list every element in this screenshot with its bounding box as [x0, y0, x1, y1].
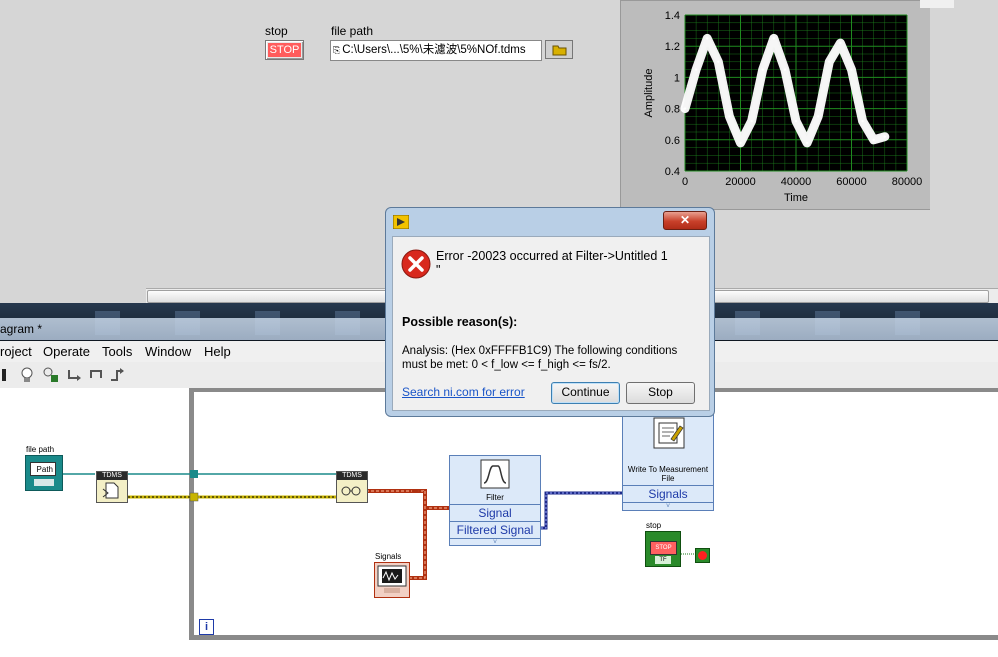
filter-icon [480, 459, 510, 489]
retain-wire-values-icon[interactable] [42, 366, 60, 384]
data-point [761, 68, 764, 71]
y-tick-label: 0.4 [665, 166, 680, 178]
y-tick-label: 1.2 [665, 41, 680, 53]
path-terminal-text: Path [30, 462, 56, 476]
data-point [794, 119, 798, 123]
close-icon[interactable]: ✕ [663, 211, 707, 230]
panel-right-strip [920, 0, 998, 303]
x-tick-label: 80000 [892, 176, 923, 188]
x-tick-label: 20000 [725, 176, 756, 188]
error-title-cont: " [436, 263, 441, 277]
error-dialog: ✕ Error -20023 occurred at Filter->Untit… [385, 207, 715, 417]
stop-label: stop [265, 24, 288, 38]
error-title: Error -20023 occurred at Filter->Untitle… [436, 249, 668, 263]
x-tick-label: 60000 [836, 176, 867, 188]
data-point [872, 138, 875, 141]
file-path-terminal[interactable]: Path [25, 455, 63, 491]
x-tick-label: 0 [682, 176, 688, 188]
data-point [717, 60, 720, 63]
stop-condition-icon [698, 551, 707, 560]
search-ni-link[interactable]: Search ni.com for error [402, 385, 525, 399]
file-path-label: file path [331, 24, 374, 38]
step-out-icon[interactable] [108, 366, 126, 384]
reason-line-1: Analysis: (Hex 0xFFFFB1C9) The following… [402, 345, 678, 357]
file-path-input[interactable]: ⎘ C:\Users\...\5%\未濾波\5%NOf.tdms [330, 40, 542, 61]
data-point [728, 115, 731, 118]
waveform-graph[interactable]: 1.4 1.2 1 0.8 0.6 0.4 0 20000 40000 60000 80000 Tim… [620, 0, 932, 210]
stop-button[interactable]: STOP [265, 40, 304, 60]
folder-icon [552, 45, 567, 56]
waveform-graph-icon [377, 565, 407, 593]
stop-terminal-text: STOP [650, 541, 677, 555]
signals-graph-terminal[interactable] [374, 562, 410, 598]
menu-operate[interactable]: Operate [43, 344, 90, 359]
tdms-read-node[interactable]: TDMS [336, 471, 368, 503]
stop-node-label: stop [646, 521, 662, 530]
data-point [839, 41, 842, 45]
data-point [739, 141, 742, 145]
pause-icon[interactable] [2, 369, 6, 381]
data-point [805, 141, 809, 145]
menu-window[interactable]: Window [145, 344, 191, 359]
write-measurement-file-vi[interactable]: Write To Measurement File Signals ˅ [622, 410, 714, 511]
data-point [817, 115, 820, 118]
x-axis-label: Time [784, 192, 808, 204]
y-tick-label: 1 [674, 72, 680, 84]
reason-line-2: must be met: 0 < f_low <= f_high <= fs/2… [402, 359, 611, 371]
error-icon [401, 249, 431, 279]
x-tick-label: 40000 [781, 176, 812, 188]
data-point [850, 68, 853, 71]
expand-chevron-icon[interactable]: ˅ [623, 502, 713, 511]
data-point [706, 37, 709, 40]
path-icon: ⎘ [333, 45, 341, 55]
data-point [783, 68, 787, 71]
data-point [694, 68, 698, 71]
file-path-value: C:\Users\...\5%\未濾波\5%NOf.tdms [342, 44, 526, 56]
block-diagram-title: agram * [0, 322, 43, 336]
y-tick-label: 0.8 [665, 104, 680, 116]
dialog-body: Error -20023 occurred at Filter->Untitle… [392, 236, 710, 411]
y-axis-label: Amplitude [643, 69, 655, 118]
expand-chevron-icon[interactable]: ˅ [450, 538, 540, 546]
continue-button[interactable]: Continue [551, 382, 620, 404]
step-into-icon[interactable] [66, 366, 84, 384]
filter-title: Filter [486, 493, 504, 502]
tdms-read-header: TDMS [337, 472, 367, 480]
y-tick-label: 0.6 [665, 135, 680, 147]
menu-help[interactable]: Help [204, 344, 231, 359]
filter-express-vi[interactable]: Filter Signal Filtered Signal ˅ [449, 455, 541, 546]
filter-signal-input[interactable]: Signal [450, 504, 540, 522]
stop-dialog-button[interactable]: Stop [626, 382, 695, 404]
labview-app-icon [393, 215, 409, 229]
file-path-node-label: file path [26, 445, 55, 454]
file-open-icon [102, 482, 119, 499]
stop-terminal[interactable]: STOP TF [645, 531, 681, 567]
data-point [883, 135, 886, 138]
write-file-icon [653, 417, 685, 449]
browse-button[interactable] [545, 40, 573, 59]
glasses-icon [341, 486, 361, 496]
signals-node-label: Signals [375, 552, 402, 561]
stop-button-text: STOP [268, 43, 301, 57]
write-file-title: Write To Measurement File [627, 465, 709, 483]
graph-svg: 1.4 1.2 1 0.8 0.6 0.40 20000 40000 60000 80000 Tim… [643, 10, 923, 204]
data-point [772, 37, 775, 40]
menu-tools[interactable]: Tools [102, 344, 132, 359]
highlight-execution-icon[interactable] [18, 366, 36, 384]
tdms-open-node[interactable]: TDMS [96, 471, 128, 503]
data-point [750, 119, 753, 123]
y-tick-label: 1.4 [665, 10, 680, 22]
loop-condition-terminal[interactable] [695, 548, 710, 563]
filter-filtered-output[interactable]: Filtered Signal [450, 521, 540, 539]
reasons-heading: Possible reason(s): [402, 315, 518, 329]
menu-project[interactable]: roject [0, 344, 32, 359]
data-point [828, 60, 831, 63]
tdms-open-header: TDMS [97, 472, 127, 480]
data-point [861, 119, 864, 123]
write-signals-input[interactable]: Signals [623, 485, 713, 503]
data-point [683, 107, 687, 110]
step-over-icon[interactable] [88, 366, 106, 384]
tf-text: TF [655, 556, 671, 564]
